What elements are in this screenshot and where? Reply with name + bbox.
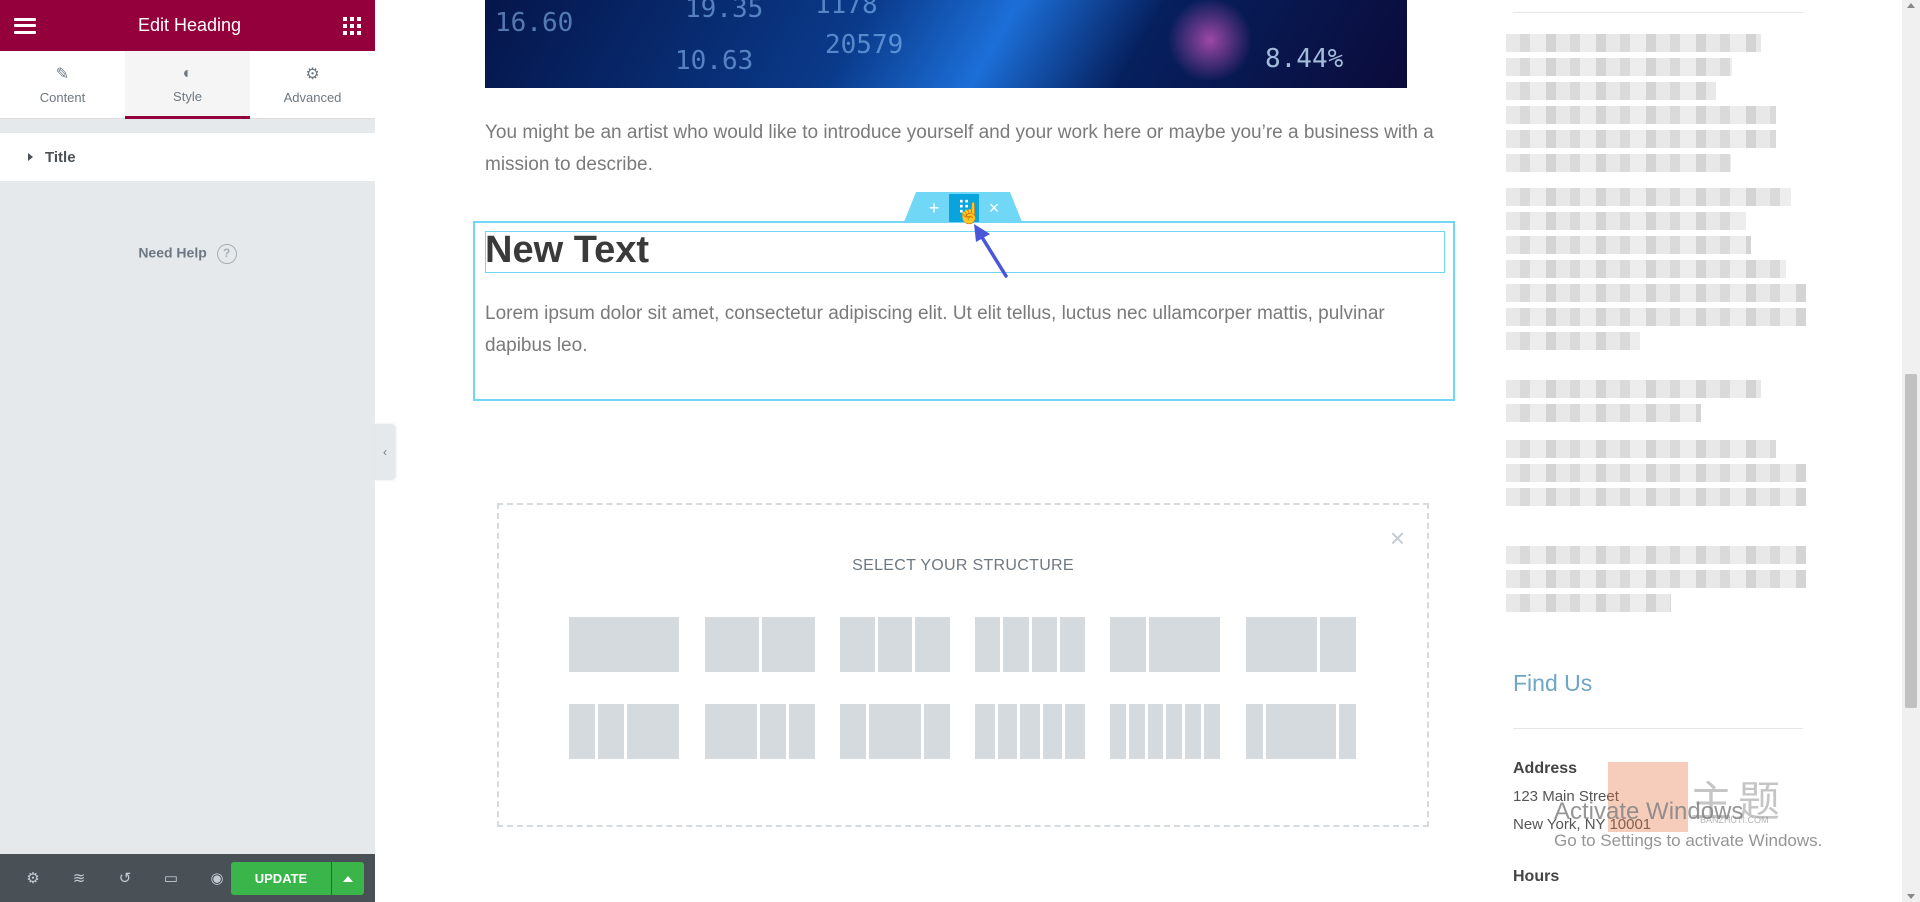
activate-windows-subtitle: Go to Settings to activate Windows. [1554, 831, 1823, 850]
close-structure-icon[interactable]: × [1390, 523, 1405, 554]
widgets-grid-icon[interactable] [342, 16, 361, 35]
responsive-mode-icon[interactable]: ▭ [148, 854, 194, 902]
blurred-line [1506, 236, 1751, 254]
hero-number: 20579 [825, 30, 904, 60]
structure-preset[interactable] [1246, 617, 1356, 672]
half-circle-icon: ◐ [182, 65, 193, 82]
app-root: Edit Heading ✎ Content ◐ Style ⚙ Advance… [0, 0, 1920, 902]
update-button[interactable]: UPDATE [231, 862, 331, 895]
blurred-line [1506, 82, 1716, 100]
blurred-line [1506, 284, 1806, 302]
blurred-line [1506, 154, 1731, 172]
tab-style[interactable]: ◐ Style [125, 51, 250, 119]
structure-preset[interactable] [1246, 704, 1356, 759]
settings-gear-icon[interactable]: ⚙ [10, 854, 56, 902]
delete-section-button[interactable]: × [979, 194, 1009, 222]
structure-preset[interactable] [840, 617, 951, 672]
structure-picker: × SELECT YOUR STRUCTURE [497, 503, 1429, 827]
pencil-icon: ✎ [55, 66, 70, 83]
annotation-arrow-icon [974, 224, 1008, 278]
blurred-line [1506, 440, 1776, 458]
hero-number: 8.44% [1265, 44, 1344, 74]
address-label: Address [1513, 760, 1578, 777]
blurred-line [1506, 380, 1761, 398]
pixelated-sidebar-content [1506, 34, 1806, 612]
need-help-link[interactable]: Need Help ? [0, 244, 375, 264]
structure-preset[interactable] [705, 617, 815, 672]
editor-panel: Edit Heading ✎ Content ◐ Style ⚙ Advance… [0, 0, 375, 902]
tab-advanced[interactable]: ⚙ Advanced [250, 51, 375, 118]
structure-title: SELECT YOUR STRUCTURE [852, 557, 1074, 574]
collapse-panel-handle[interactable]: ‹ [375, 424, 395, 480]
blurred-line [1506, 404, 1701, 422]
blurred-line [1506, 260, 1786, 278]
hero-number: 16.60 [495, 8, 574, 38]
blurred-line [1506, 106, 1776, 124]
structure-preset[interactable] [1110, 617, 1220, 672]
intro-paragraph: You might be an artist who would like to… [485, 122, 1434, 175]
blurred-line [1506, 34, 1761, 52]
structure-preset[interactable] [975, 704, 1085, 759]
structure-preset[interactable] [569, 617, 679, 672]
find-us-heading: Find Us [1513, 670, 1593, 696]
section-title-label: Title [45, 148, 76, 166]
page-scrollbar[interactable] [1902, 0, 1920, 902]
hero-highlight [1165, 0, 1255, 80]
heading-widget-text[interactable]: New Text [485, 229, 649, 272]
body-paragraph: Lorem ipsum dolor sit amet, consectetur … [485, 303, 1385, 356]
hamburger-menu-icon[interactable] [14, 17, 36, 34]
structure-preset[interactable] [1110, 704, 1220, 759]
blurred-line [1506, 332, 1640, 350]
blurred-line [1506, 130, 1776, 148]
structure-preset[interactable] [840, 704, 950, 759]
scrollbar-thumb[interactable] [1905, 374, 1917, 708]
blurred-line [1506, 570, 1806, 588]
blurred-line [1506, 488, 1806, 506]
need-help-label: Need Help [138, 244, 207, 261]
tab-content-label: Content [39, 90, 86, 105]
blurred-line [1506, 464, 1806, 482]
section-spacer [0, 119, 375, 133]
history-icon[interactable]: ↺ [102, 854, 148, 902]
panel-footer: ⚙ ≋ ↺ ▭ ◉ UPDATE [0, 854, 375, 902]
panel-tabs: ✎ Content ◐ Style ⚙ Advanced [0, 51, 375, 119]
tab-content[interactable]: ✎ Content [0, 51, 125, 118]
scroll-down-icon[interactable] [1907, 894, 1915, 899]
blurred-line [1506, 212, 1746, 230]
blurred-line [1506, 58, 1732, 76]
hours-label: Hours [1513, 868, 1560, 885]
hero-number: 10.63 [675, 46, 754, 76]
tab-style-label: Style [173, 89, 202, 104]
structure-preset[interactable] [975, 617, 1085, 672]
blurred-line [1506, 594, 1671, 612]
layers-icon[interactable]: ≋ [56, 854, 102, 902]
update-options-button[interactable] [332, 862, 364, 895]
caret-right-icon [28, 153, 33, 161]
blurred-line [1506, 546, 1806, 564]
tab-advanced-label: Advanced [283, 90, 342, 105]
question-icon: ? [216, 244, 237, 264]
blurred-line [1506, 308, 1806, 326]
panel-title: Edit Heading [137, 15, 242, 35]
blurred-line [1506, 188, 1791, 206]
structure-preset[interactable] [569, 704, 679, 759]
add-section-button[interactable]: + [919, 194, 949, 222]
sidebar-divider [1513, 728, 1803, 729]
scroll-up-icon[interactable] [1907, 3, 1915, 8]
hero-stock-image: 16.60 19.35 10.63 20579 1178 8.44% [485, 0, 1407, 88]
section-title-toggle[interactable]: Title [0, 133, 375, 181]
gear-icon: ⚙ [305, 66, 320, 83]
sidebar-divider [1513, 12, 1803, 13]
panel-header: Edit Heading [0, 0, 375, 51]
hero-number: 1178 [815, 0, 878, 20]
hero-number: 19.35 [685, 0, 764, 24]
structure-preset[interactable] [705, 704, 815, 759]
activate-windows-title: Activate Windows [1554, 798, 1744, 825]
